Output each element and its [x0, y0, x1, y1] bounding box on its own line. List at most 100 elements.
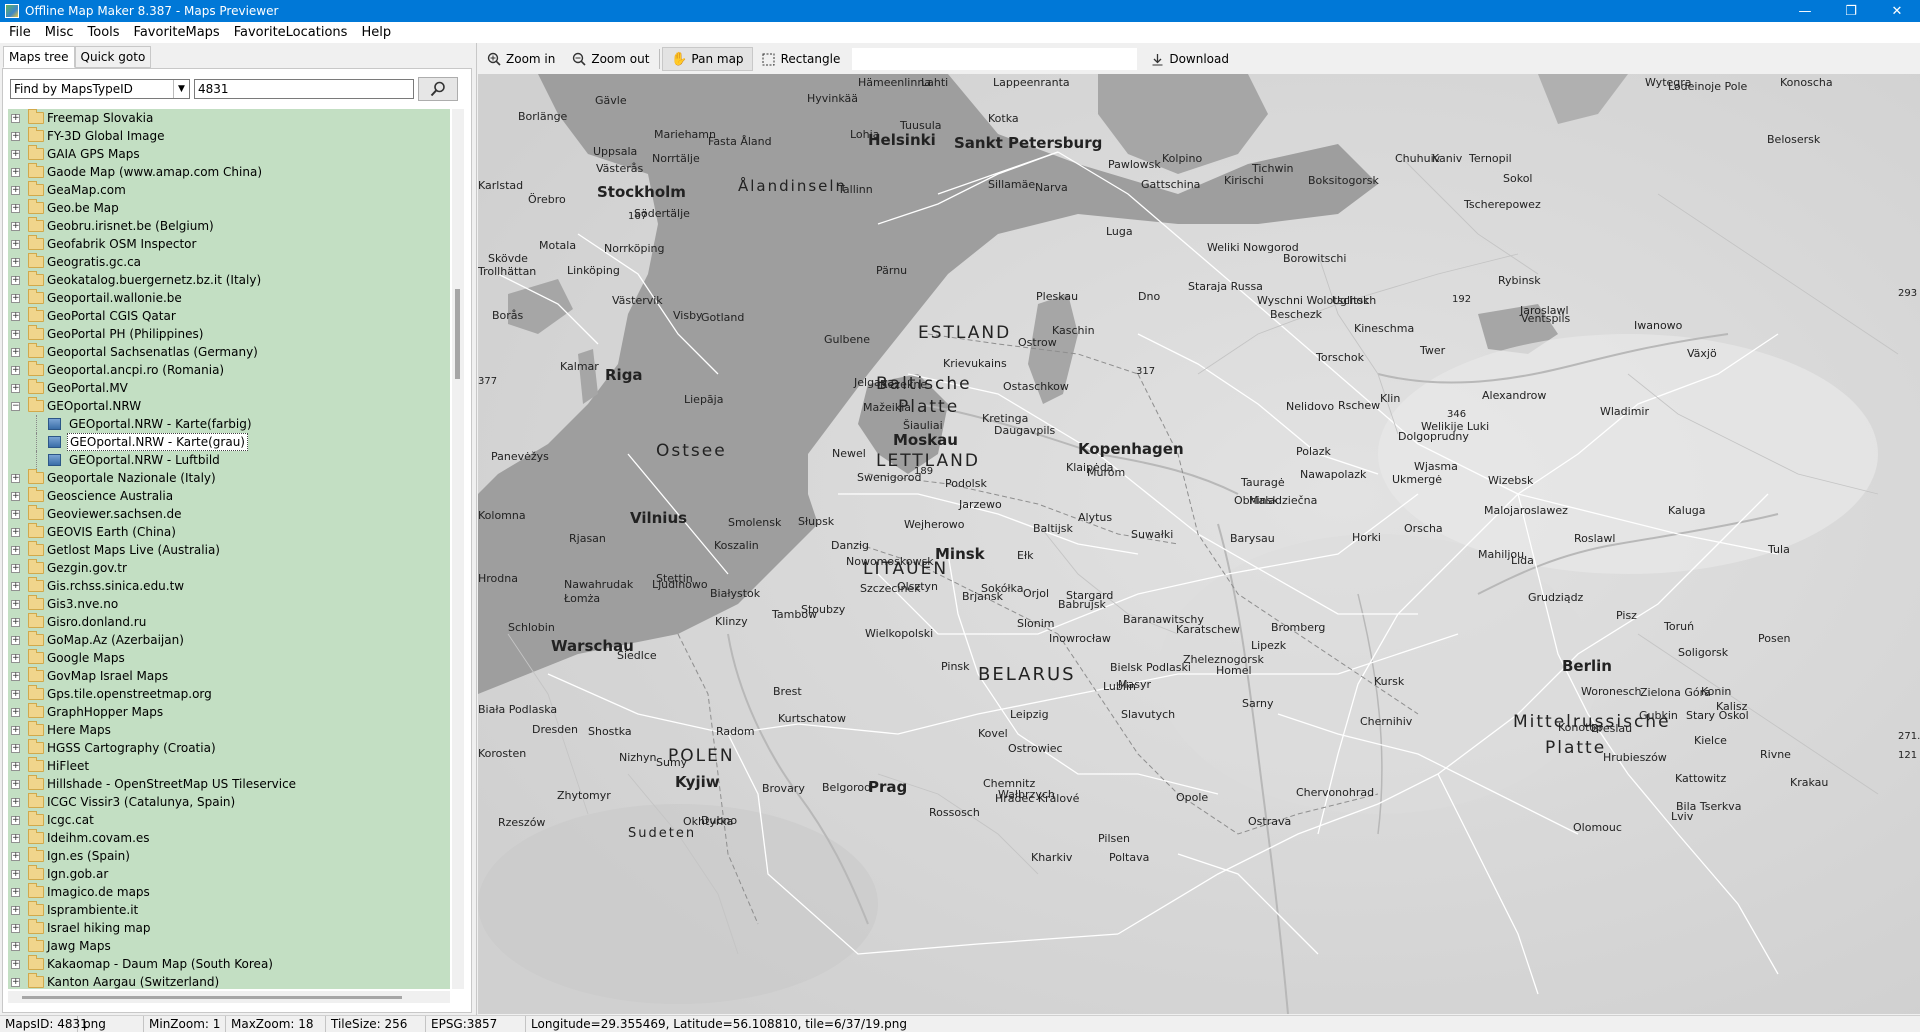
tree-folder-item[interactable]: + FY-3D Global Image	[8, 127, 450, 145]
tree-child-item[interactable]: GEOportal.NRW - Karte(farbig)	[8, 415, 450, 433]
tree-folder-item[interactable]: + Icgc.cat	[8, 811, 450, 829]
tree-folder-item[interactable]: + ICGC Vissir3 (Catalunya, Spain)	[8, 793, 450, 811]
tree-folder-item[interactable]: + Geoportal.ancpi.ro (Romania)	[8, 361, 450, 379]
tree-folder-item[interactable]: + Kanton Aargau (Switzerland)	[8, 973, 450, 989]
map-canvas[interactable]: ESTLANDLETTLANDLITAUENBELARUSPOLENOstsee…	[478, 74, 1920, 1014]
expand-icon[interactable]: +	[11, 474, 20, 483]
expand-icon[interactable]: +	[11, 294, 20, 303]
expand-icon[interactable]: +	[11, 942, 20, 951]
tree-folder-item[interactable]: + GAIA GPS Maps	[8, 145, 450, 163]
expand-icon[interactable]: +	[11, 888, 20, 897]
expand-icon[interactable]: +	[11, 654, 20, 663]
tree-folder-item[interactable]: + GeoPortal.MV	[8, 379, 450, 397]
tree-folder-item[interactable]: + GoMap.Az (Azerbaijan)	[8, 631, 450, 649]
expand-icon[interactable]: +	[11, 924, 20, 933]
tree-folder-item[interactable]: + GeaMap.com	[8, 181, 450, 199]
chevron-down-icon[interactable]: ▼	[173, 80, 189, 98]
pan-map-button[interactable]: ✋ Pan map	[662, 47, 753, 71]
tree-folder-item[interactable]: + Freemap Slovakia	[8, 109, 450, 127]
menu-tools[interactable]: Tools	[81, 22, 127, 43]
expand-icon[interactable]: +	[11, 330, 20, 339]
tree-folder-item[interactable]: + Geokatalog.buergernetz.bz.it (Italy)	[8, 271, 450, 289]
download-button[interactable]: Download	[1141, 47, 1237, 71]
tree-folder-item[interactable]: + HGSS Cartography (Croatia)	[8, 739, 450, 757]
expand-icon[interactable]: +	[11, 762, 20, 771]
tree-folder-item[interactable]: + GeoPortal PH (Philippines)	[8, 325, 450, 343]
tree-child-item[interactable]: GEOportal.NRW - Karte(grau)	[8, 433, 450, 451]
expand-icon[interactable]: +	[11, 366, 20, 375]
maps-tree[interactable]: + Freemap Slovakia + FY-3D Global Image + GAI…	[8, 109, 450, 989]
tree-folder-item[interactable]: + Jawg Maps	[8, 937, 450, 955]
expand-icon[interactable]: +	[11, 546, 20, 555]
expand-icon[interactable]: +	[11, 978, 20, 987]
expand-icon[interactable]: +	[11, 744, 20, 753]
scroll-thumb[interactable]	[455, 289, 460, 379]
tree-folder-item[interactable]: + Geoportail.wallonie.be	[8, 289, 450, 307]
tree-folder-item[interactable]: + Getlost Maps Live (Australia)	[8, 541, 450, 559]
tree-folder-item[interactable]: + Gezgin.gov.tr	[8, 559, 450, 577]
tree-folder-item[interactable]: + Ideihm.covam.es	[8, 829, 450, 847]
expand-icon[interactable]: +	[11, 150, 20, 159]
tree-folder-item[interactable]: + GeoPortal CGIS Qatar	[8, 307, 450, 325]
minimize-button[interactable]: —	[1782, 0, 1828, 22]
expand-icon[interactable]: +	[11, 726, 20, 735]
tree-folder-item[interactable]: + Geoscience Australia	[8, 487, 450, 505]
tree-folder-item[interactable]: + Isprambiente.it	[8, 901, 450, 919]
expand-icon[interactable]: +	[11, 816, 20, 825]
tab-quick-goto[interactable]: Quick goto	[74, 46, 152, 68]
expand-icon[interactable]: +	[11, 492, 20, 501]
tree-folder-item[interactable]: + Gis3.nve.no	[8, 595, 450, 613]
expand-icon[interactable]: +	[11, 528, 20, 537]
expand-icon[interactable]: +	[11, 834, 20, 843]
expand-icon[interactable]: +	[11, 780, 20, 789]
tree-folder-item[interactable]: + Imagico.de maps	[8, 883, 450, 901]
collapse-icon[interactable]: −	[11, 402, 20, 411]
expand-icon[interactable]: +	[11, 564, 20, 573]
close-button[interactable]: ✕	[1874, 0, 1920, 22]
menu-file[interactable]: File	[2, 22, 38, 43]
tree-child-item[interactable]: GEOportal.NRW - Luftbild	[8, 451, 450, 469]
menu-favoritelocations[interactable]: FavoriteLocations	[227, 22, 355, 43]
expand-icon[interactable]: +	[11, 582, 20, 591]
expand-icon[interactable]: +	[11, 618, 20, 627]
expand-icon[interactable]: +	[11, 870, 20, 879]
expand-icon[interactable]: +	[11, 312, 20, 321]
tree-folder-item[interactable]: + Gis.rchss.sinica.edu.tw	[8, 577, 450, 595]
expand-icon[interactable]: +	[11, 636, 20, 645]
expand-icon[interactable]: +	[11, 672, 20, 681]
tree-folder-item[interactable]: + Google Maps	[8, 649, 450, 667]
expand-icon[interactable]: +	[11, 276, 20, 285]
expand-icon[interactable]: +	[11, 132, 20, 141]
tree-folder-item[interactable]: + GraphHopper Maps	[8, 703, 450, 721]
map-view[interactable]: ESTLAND LETTLAND LITAUEN BELARUS POLEN Ostsee…	[478, 74, 1920, 1014]
tab-maps-tree[interactable]: Maps tree	[3, 46, 75, 68]
zoom-out-button[interactable]: Zoom out	[563, 47, 657, 71]
scroll-thumb[interactable]	[22, 996, 402, 999]
tree-folder-item[interactable]: + GEOVIS Earth (China)	[8, 523, 450, 541]
tree-horizontal-scrollbar[interactable]	[8, 991, 450, 1003]
expand-icon[interactable]: +	[11, 258, 20, 267]
tree-folder-item[interactable]: + Geofabrik OSM Inspector	[8, 235, 450, 253]
expand-icon[interactable]: +	[11, 798, 20, 807]
tree-vertical-scrollbar[interactable]	[452, 109, 464, 989]
expand-icon[interactable]: +	[11, 600, 20, 609]
expand-icon[interactable]: +	[11, 186, 20, 195]
expand-icon[interactable]: +	[11, 384, 20, 393]
tree-folder-item[interactable]: + Ign.gob.ar	[8, 865, 450, 883]
finder-mode-select[interactable]: Find by MapsTypeID ▼	[10, 79, 190, 99]
tree-folder-item[interactable]: + Kakaomap - Daum Map (South Korea)	[8, 955, 450, 973]
tree-folder-item[interactable]: + Geoviewer.sachsen.de	[8, 505, 450, 523]
tree-folder-item[interactable]: + Geoportale Nazionale (Italy)	[8, 469, 450, 487]
menu-misc[interactable]: Misc	[38, 22, 81, 43]
rectangle-button[interactable]: Rectangle	[753, 47, 849, 71]
expand-icon[interactable]: +	[11, 348, 20, 357]
expand-icon[interactable]: +	[11, 690, 20, 699]
tree-folder-item[interactable]: − GEOportal.NRW	[8, 397, 450, 415]
expand-icon[interactable]: +	[11, 852, 20, 861]
expand-icon[interactable]: +	[11, 960, 20, 969]
maximize-button[interactable]: ❐	[1828, 0, 1874, 22]
tree-folder-item[interactable]: + Here Maps	[8, 721, 450, 739]
expand-icon[interactable]: +	[11, 168, 20, 177]
tree-folder-item[interactable]: + Gisro.donland.ru	[8, 613, 450, 631]
expand-icon[interactable]: +	[11, 708, 20, 717]
